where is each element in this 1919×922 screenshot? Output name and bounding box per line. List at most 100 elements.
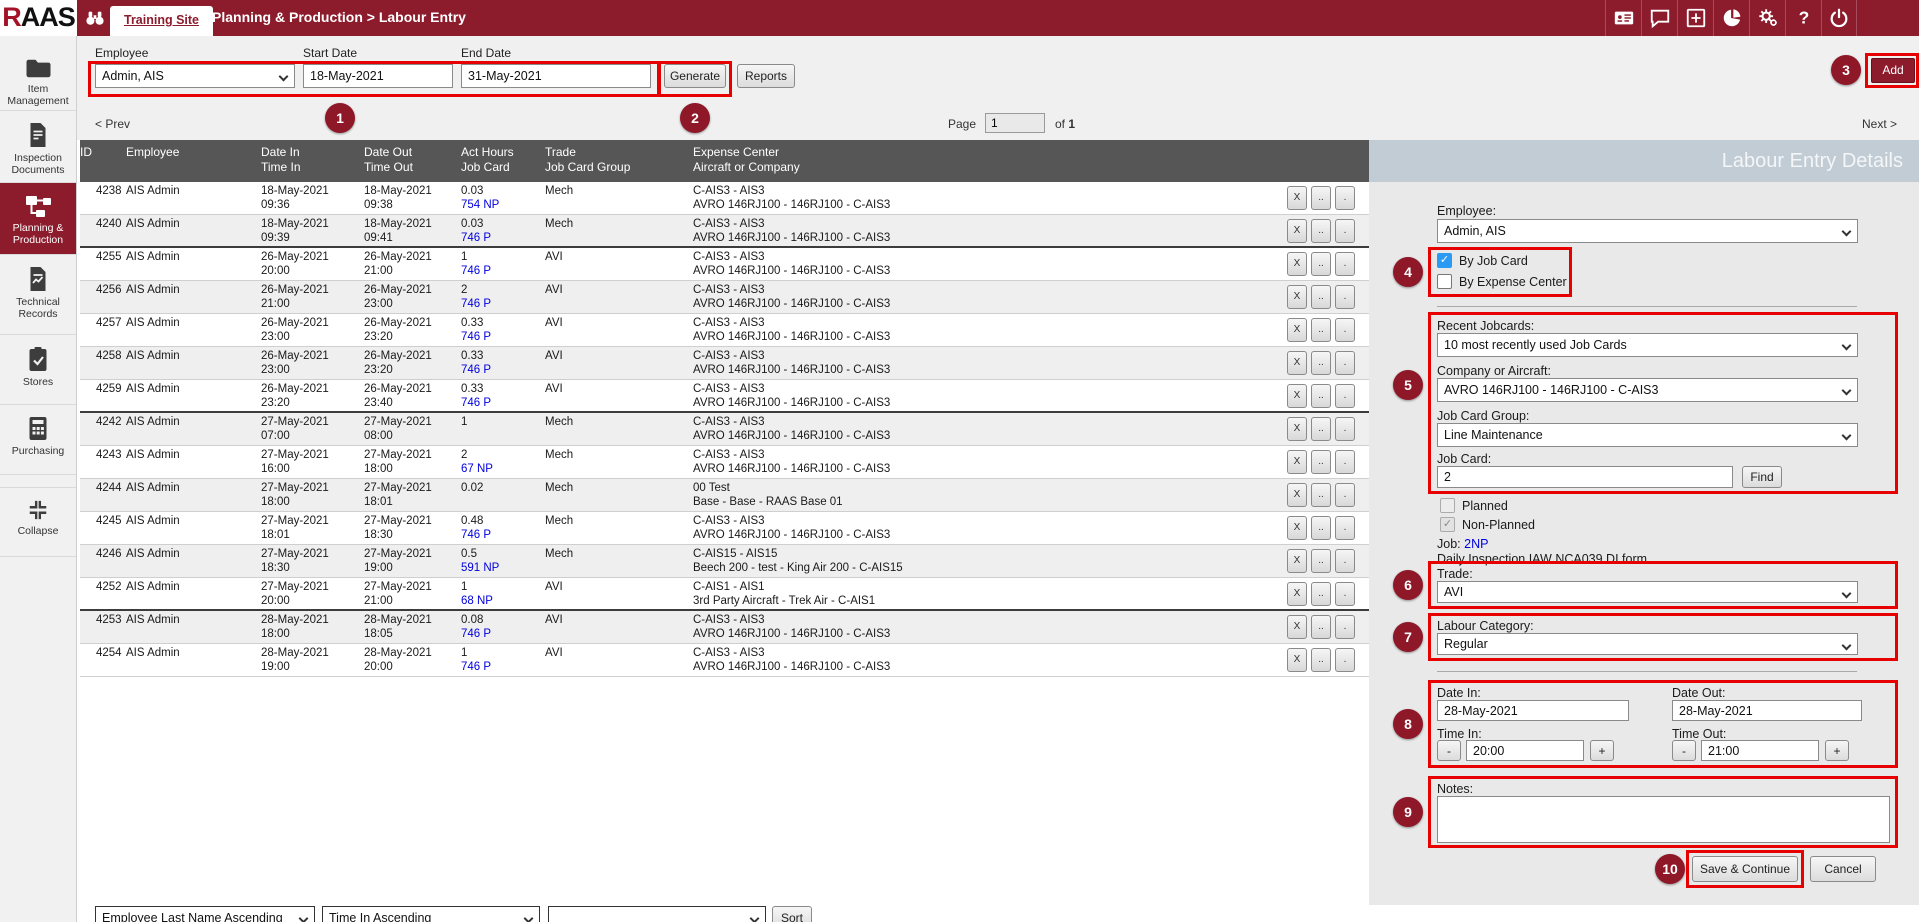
find-button[interactable]: Find <box>1742 466 1782 488</box>
row-edit-button[interactable]: .. <box>1311 351 1331 375</box>
job-card-link[interactable]: 746 P <box>461 364 491 376</box>
row-edit-button[interactable]: .. <box>1311 549 1331 573</box>
panel-employee-select[interactable]: Admin, AIS <box>1437 219 1858 243</box>
time-in-input[interactable] <box>1466 740 1584 761</box>
tab-training-site[interactable]: Training Site <box>110 6 213 36</box>
job-card-link[interactable]: 746 P <box>461 298 491 310</box>
chat-icon[interactable] <box>1641 0 1677 36</box>
sort-field-1-select[interactable]: Employee Last Name Ascending <box>95 906 315 922</box>
prev-page-link[interactable]: < Prev <box>95 117 130 131</box>
row-edit-button[interactable]: .. <box>1311 318 1331 342</box>
sidebar-item-technical-records[interactable]: Technical Records <box>0 255 76 335</box>
row-edit-button[interactable]: .. <box>1311 417 1331 441</box>
add-window-icon[interactable] <box>1677 0 1713 36</box>
trade-select[interactable]: AVI <box>1437 581 1858 603</box>
help-icon[interactable]: ? <box>1785 0 1821 36</box>
row-delete-button[interactable]: X <box>1287 549 1307 573</box>
planned-checkbox[interactable] <box>1440 498 1455 513</box>
sidebar-item-planning-production[interactable]: Planning & Production <box>0 183 76 255</box>
job-number-link[interactable]: 2NP <box>1464 537 1488 551</box>
job-card-link[interactable]: 746 P <box>461 628 491 640</box>
row-edit-button[interactable]: .. <box>1311 483 1331 507</box>
job-card-link[interactable]: 746 P <box>461 397 491 409</box>
row-edit-button[interactable]: .. <box>1311 582 1331 606</box>
sidebar-item-inspection-documents[interactable]: Inspection Documents <box>0 111 76 183</box>
non-planned-checkbox[interactable]: ✓ <box>1440 517 1455 532</box>
row-copy-button[interactable]: . <box>1335 450 1355 474</box>
row-copy-button[interactable]: . <box>1335 516 1355 540</box>
job-card-link[interactable]: 67 NP <box>461 463 493 475</box>
add-button[interactable]: Add <box>1871 58 1915 83</box>
job-card-link[interactable]: 746 P <box>461 232 491 244</box>
date-out-input[interactable] <box>1672 700 1862 721</box>
row-delete-button[interactable]: X <box>1287 417 1307 441</box>
reports-button[interactable]: Reports <box>737 64 795 88</box>
save-continue-button[interactable]: Save & Continue <box>1692 856 1798 882</box>
labour-category-select[interactable]: Regular <box>1437 633 1858 655</box>
job-card-group-select[interactable]: Line Maintenance <box>1437 423 1858 447</box>
row-delete-button[interactable]: X <box>1287 450 1307 474</box>
sort-field-2-select[interactable]: Time In Ascending <box>322 906 540 922</box>
row-delete-button[interactable]: X <box>1287 318 1307 342</box>
row-copy-button[interactable]: . <box>1335 186 1355 210</box>
time-out-plus-button[interactable]: + <box>1825 740 1849 761</box>
row-delete-button[interactable]: X <box>1287 648 1307 672</box>
end-date-input[interactable] <box>461 64 651 88</box>
sort-field-3-select[interactable] <box>548 906 766 922</box>
row-delete-button[interactable]: X <box>1287 252 1307 276</box>
row-edit-button[interactable]: .. <box>1311 450 1331 474</box>
row-delete-button[interactable]: X <box>1287 285 1307 309</box>
sidebar-item-collapse[interactable]: Collapse <box>0 487 76 557</box>
generate-button[interactable]: Generate <box>664 64 726 88</box>
row-copy-button[interactable]: . <box>1335 318 1355 342</box>
row-delete-button[interactable]: X <box>1287 615 1307 639</box>
row-copy-button[interactable]: . <box>1335 417 1355 441</box>
employee-filter-select[interactable]: Admin, AIS <box>95 64 295 88</box>
job-card-link[interactable]: 754 NP <box>461 199 499 211</box>
company-aircraft-select[interactable]: AVRO 146RJ100 - 146RJ100 - C-AIS3 <box>1437 378 1858 402</box>
job-card-link[interactable]: 746 P <box>461 265 491 277</box>
row-edit-button[interactable]: .. <box>1311 516 1331 540</box>
row-copy-button[interactable]: . <box>1335 648 1355 672</box>
sidebar-item-purchasing[interactable]: Purchasing <box>0 405 76 475</box>
next-page-link[interactable]: Next > <box>1862 117 1897 131</box>
start-date-input[interactable] <box>303 64 453 88</box>
row-copy-button[interactable]: . <box>1335 351 1355 375</box>
row-delete-button[interactable]: X <box>1287 516 1307 540</box>
by-expense-center-checkbox[interactable] <box>1437 274 1452 289</box>
pie-chart-icon[interactable] <box>1713 0 1749 36</box>
row-edit-button[interactable]: .. <box>1311 384 1331 408</box>
row-copy-button[interactable]: . <box>1335 549 1355 573</box>
row-copy-button[interactable]: . <box>1335 615 1355 639</box>
power-icon[interactable] <box>1821 0 1857 36</box>
job-card-link[interactable]: 746 P <box>461 331 491 343</box>
recent-jobcards-select[interactable]: 10 most recently used Job Cards <box>1437 333 1858 357</box>
row-copy-button[interactable]: . <box>1335 483 1355 507</box>
row-edit-button[interactable]: .. <box>1311 285 1331 309</box>
by-job-card-checkbox[interactable]: ✓ <box>1437 253 1452 268</box>
row-copy-button[interactable]: . <box>1335 252 1355 276</box>
row-copy-button[interactable]: . <box>1335 384 1355 408</box>
settings-gears-icon[interactable] <box>1749 0 1785 36</box>
time-out-input[interactable] <box>1701 740 1819 761</box>
cancel-button[interactable]: Cancel <box>1810 856 1876 882</box>
page-number-input[interactable] <box>985 113 1045 133</box>
row-delete-button[interactable]: X <box>1287 582 1307 606</box>
notes-textarea[interactable] <box>1437 796 1890 843</box>
row-copy-button[interactable]: . <box>1335 219 1355 243</box>
row-delete-button[interactable]: X <box>1287 186 1307 210</box>
row-edit-button[interactable]: .. <box>1311 615 1331 639</box>
date-in-input[interactable] <box>1437 700 1629 721</box>
time-in-minus-button[interactable]: - <box>1437 740 1461 761</box>
row-copy-button[interactable]: . <box>1335 582 1355 606</box>
job-card-link[interactable]: 746 P <box>461 661 491 673</box>
row-copy-button[interactable]: . <box>1335 285 1355 309</box>
row-delete-button[interactable]: X <box>1287 219 1307 243</box>
time-out-minus-button[interactable]: - <box>1672 740 1696 761</box>
sidebar-item-stores[interactable]: Stores <box>0 335 76 405</box>
row-delete-button[interactable]: X <box>1287 384 1307 408</box>
row-delete-button[interactable]: X <box>1287 351 1307 375</box>
time-in-plus-button[interactable]: + <box>1590 740 1614 761</box>
row-edit-button[interactable]: .. <box>1311 648 1331 672</box>
job-card-input[interactable] <box>1437 466 1733 488</box>
